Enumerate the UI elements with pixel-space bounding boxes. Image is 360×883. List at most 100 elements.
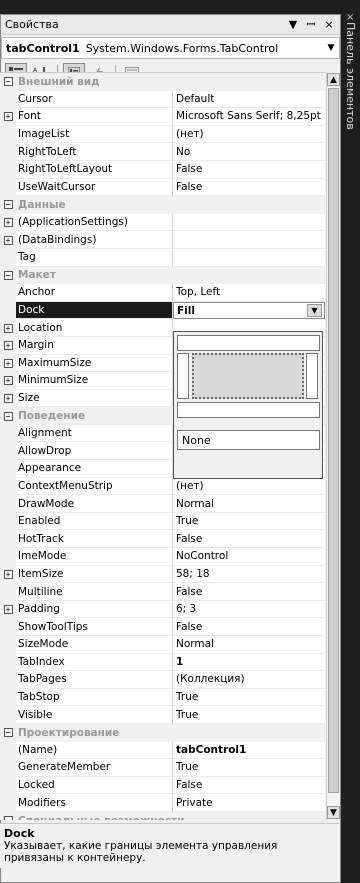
expand-icon[interactable]: +	[3, 358, 13, 368]
dock-top-button[interactable]	[177, 335, 320, 351]
dock-fill-button[interactable]	[192, 353, 304, 399]
property-value[interactable]: (нет)	[173, 478, 325, 496]
property-row[interactable]: + (DataBindings)	[0, 231, 325, 249]
dock-left-button[interactable]	[177, 353, 189, 399]
property-row[interactable]: Tag	[0, 248, 325, 267]
expand-icon[interactable]: +	[3, 393, 13, 403]
property-value[interactable]: 58; 18	[173, 566, 325, 584]
property-row[interactable]: Dock Fill ▼	[0, 301, 325, 320]
collapse-icon[interactable]: −	[3, 200, 13, 210]
expand-icon[interactable]: +	[3, 341, 13, 351]
collapse-icon[interactable]: −	[3, 728, 13, 738]
property-value[interactable]	[173, 231, 325, 249]
category-row[interactable]: −Специальные возможности	[0, 811, 325, 820]
property-value[interactable]: True	[173, 513, 325, 531]
scroll-thumb[interactable]	[328, 88, 339, 793]
property-value[interactable]: False	[173, 618, 325, 636]
expand-icon[interactable]: +	[3, 323, 13, 333]
expand-icon[interactable]: +	[3, 605, 13, 615]
dock-bottom-button[interactable]	[177, 402, 320, 418]
property-value[interactable]: Normal	[173, 636, 325, 654]
property-value[interactable]: No	[173, 143, 325, 161]
expand-icon[interactable]: +	[3, 569, 13, 579]
property-row[interactable]: + Font Microsoft Sans Serif; 8,25pt	[0, 108, 325, 126]
pin-icon[interactable]: ꟷ	[304, 17, 318, 32]
dropdown-icon[interactable]: ▼	[286, 18, 300, 31]
value-dropdown-icon[interactable]: ▼	[307, 304, 322, 318]
chevron-down-icon[interactable]: ▼	[323, 43, 339, 53]
property-row[interactable]: TabStop True	[0, 688, 325, 707]
grid-scrollbar[interactable]: ▲ ▼	[326, 72, 340, 820]
property-value[interactable]: False	[173, 161, 325, 179]
property-row[interactable]: ShowToolTips False	[0, 618, 325, 636]
property-value[interactable]: (Коллекция)	[173, 671, 325, 689]
close-panel-icon[interactable]: ×	[322, 18, 336, 31]
property-value[interactable]: 1	[173, 654, 325, 672]
scroll-up-icon[interactable]: ▲	[327, 73, 340, 86]
dock-none-button[interactable]: None	[177, 430, 320, 450]
property-value[interactable]: True	[173, 689, 325, 707]
property-row[interactable]: TabIndex 1	[0, 653, 325, 672]
property-row[interactable]: Multiline False	[0, 583, 325, 601]
expand-icon[interactable]: +	[3, 235, 13, 245]
property-row[interactable]: Locked False	[0, 776, 325, 795]
property-value[interactable]: (нет)	[173, 126, 325, 144]
category-row[interactable]: − Внешний вид	[0, 73, 325, 91]
property-name: Margin	[16, 336, 173, 355]
property-row[interactable]: UseWaitCursor False	[0, 178, 325, 197]
property-row[interactable]: HotTrack False	[0, 530, 325, 549]
property-row[interactable]: ContextMenuStrip (нет)	[0, 477, 325, 496]
property-value[interactable]: False	[173, 583, 325, 601]
property-value[interactable]: True	[173, 759, 325, 777]
property-value[interactable]: tabControl1	[173, 742, 325, 760]
object-selector[interactable]: tabControl1 System.Windows.Forms.TabCont…	[1, 37, 340, 59]
property-row[interactable]: Enabled True	[0, 512, 325, 531]
property-value[interactable]: Private	[173, 794, 325, 812]
property-value[interactable]: True	[173, 706, 325, 724]
collapse-icon[interactable]: −	[3, 270, 13, 280]
category-row[interactable]: − Макет	[0, 266, 325, 285]
collapse-icon[interactable]: −	[3, 77, 13, 87]
property-row[interactable]: Visible True	[0, 706, 325, 724]
property-row[interactable]: Modifiers Private	[0, 794, 325, 812]
property-value[interactable]: Microsoft Sans Serif; 8,25pt	[173, 108, 325, 126]
collapse-icon[interactable]: −	[3, 411, 13, 421]
dock-right-button[interactable]	[306, 353, 318, 399]
property-value[interactable]: NoControl	[173, 548, 325, 566]
collapse-icon[interactable]: −	[3, 816, 13, 820]
category-row[interactable]: − Проектирование	[0, 723, 325, 742]
property-value[interactable]: Default	[173, 91, 325, 109]
property-row[interactable]: RightToLeftLayout False	[0, 160, 325, 179]
property-value[interactable]: Top, Left	[173, 284, 325, 302]
property-value[interactable]: False	[173, 777, 325, 795]
property-row[interactable]: ImageList (нет)	[0, 125, 325, 144]
category-label: Данные	[18, 198, 66, 211]
property-value[interactable]	[173, 249, 325, 267]
property-value[interactable]	[173, 214, 325, 232]
property-row[interactable]: GenerateMember True	[0, 759, 325, 777]
property-row[interactable]: DrawMode Normal	[0, 495, 325, 513]
property-row[interactable]: Anchor Top, Left	[0, 284, 325, 302]
property-row[interactable]: ImeMode NoControl	[0, 548, 325, 566]
category-label: Внешний вид	[18, 75, 100, 88]
property-row[interactable]: TabPages (Коллекция)	[0, 671, 325, 689]
toolbox-side-tab[interactable]: Панель элементов	[343, 22, 359, 132]
row-margin: −	[0, 266, 16, 285]
property-value[interactable]: Fill ▼	[173, 301, 325, 320]
expand-icon[interactable]: +	[3, 218, 13, 228]
property-row[interactable]: + ItemSize 58; 18	[0, 565, 325, 584]
category-row[interactable]: − Данные	[0, 196, 325, 214]
expand-icon[interactable]: +	[3, 376, 13, 386]
property-row[interactable]: SizeMode Normal	[0, 636, 325, 654]
property-row[interactable]: RightToLeft No	[0, 143, 325, 161]
property-row[interactable]: (Name) tabControl1	[0, 741, 325, 760]
property-row[interactable]: Cursor Default	[0, 90, 325, 109]
property-value[interactable]: False	[173, 179, 325, 197]
scroll-down-icon[interactable]: ▼	[327, 806, 340, 819]
property-row[interactable]: + (ApplicationSettings)	[0, 213, 325, 232]
property-value[interactable]: False	[173, 530, 325, 549]
property-row[interactable]: + Padding 6; 3	[0, 600, 325, 619]
property-value[interactable]: Normal	[173, 495, 325, 513]
property-value[interactable]: 6; 3	[173, 601, 325, 619]
expand-icon[interactable]: +	[3, 112, 13, 122]
